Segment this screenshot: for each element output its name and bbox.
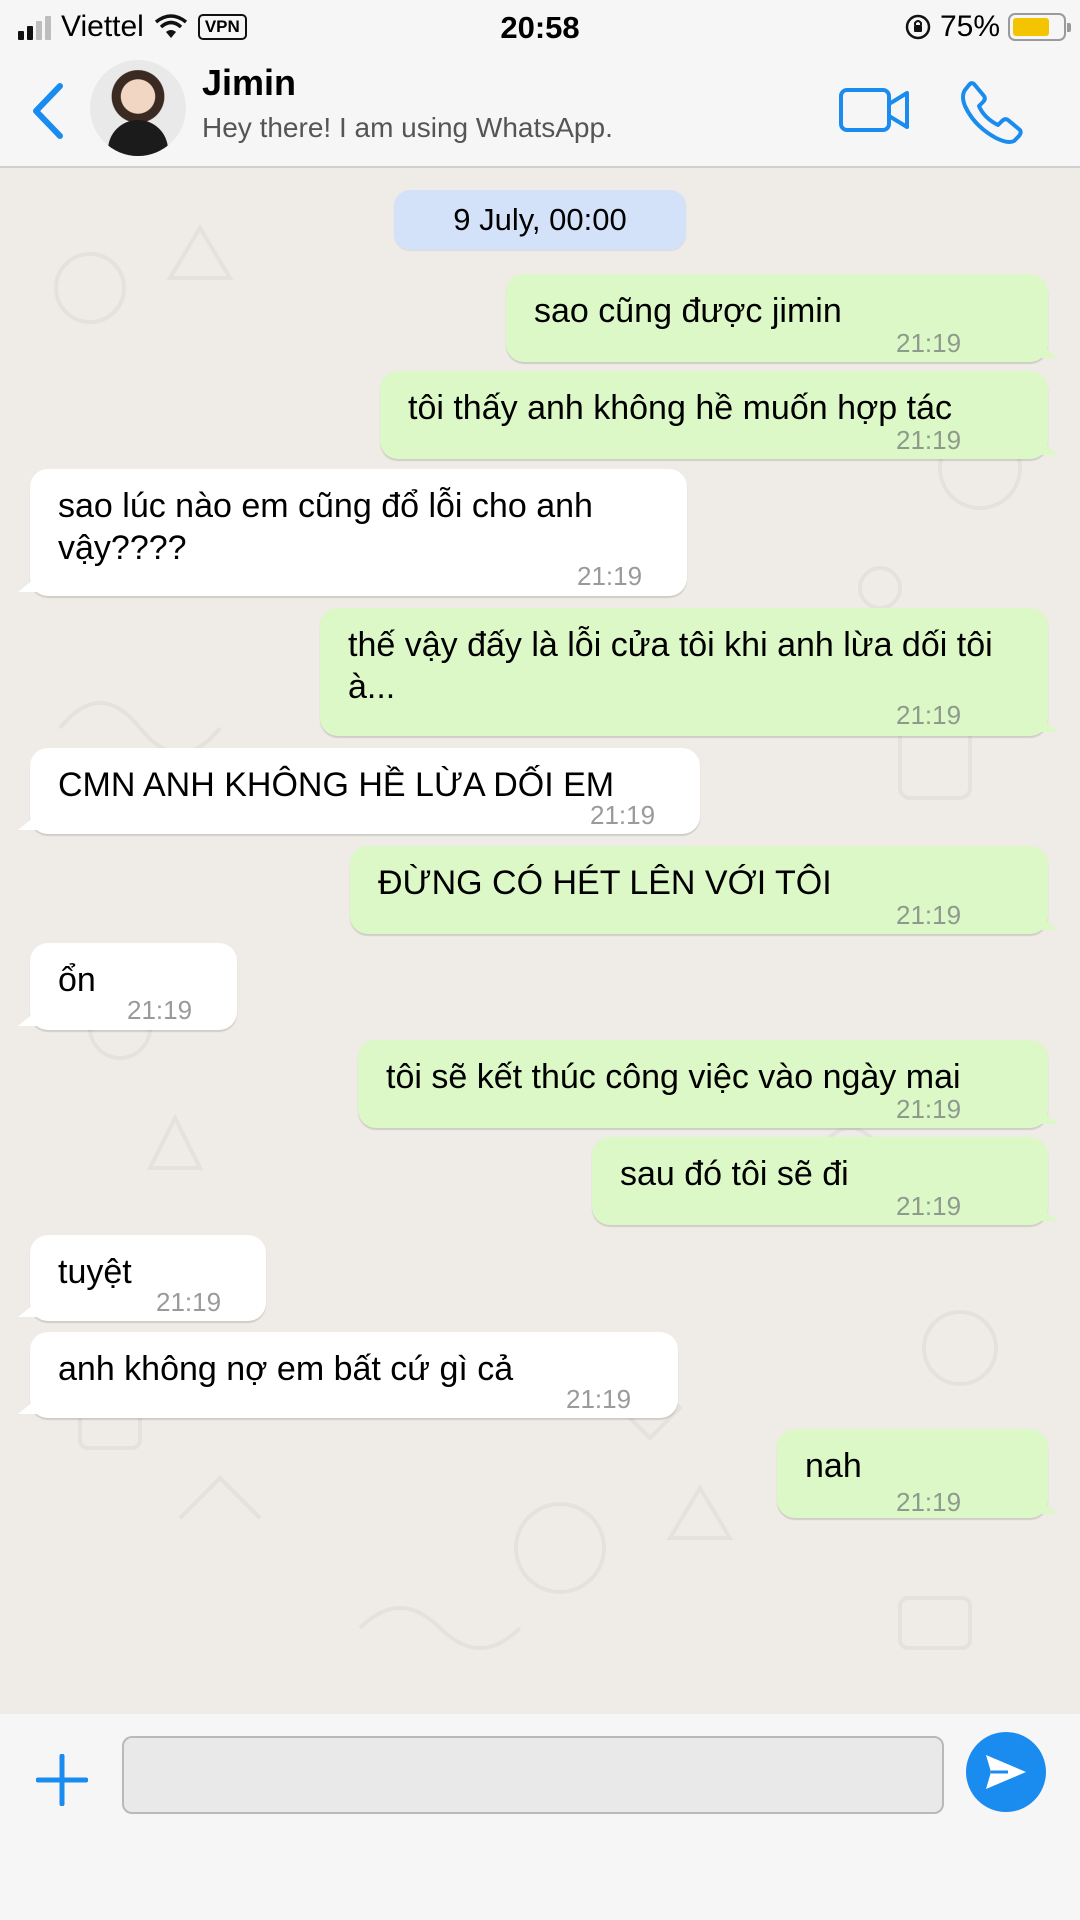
chat-header: Jimin Hey there! I am using WhatsApp. bbox=[0, 54, 1080, 168]
avatar[interactable] bbox=[90, 60, 186, 156]
message-text: sau đó tôi sẽ đi bbox=[620, 1155, 849, 1193]
message-text: sao cũng được jimin bbox=[534, 292, 842, 330]
status-bar: Viettel VPN 20:58 75% bbox=[0, 0, 1080, 54]
battery-icon bbox=[1008, 13, 1071, 41]
message-time: 21:19 bbox=[896, 328, 962, 358]
contact-name[interactable]: Jimin bbox=[202, 62, 296, 104]
chevron-left-icon[interactable] bbox=[30, 82, 66, 140]
message-text: tôi thấy anh không hề muốn hợp tác bbox=[408, 389, 952, 427]
message-time: 21:19 bbox=[590, 800, 656, 830]
send-icon bbox=[986, 1755, 1026, 1789]
message-text: CMN ANH KHÔNG HỀ LỪA DỐI EM bbox=[58, 766, 615, 804]
incoming-message[interactable]: ổn 21:19 bbox=[30, 943, 237, 1030]
incoming-message[interactable]: tuyệt 21:19 bbox=[30, 1235, 266, 1321]
message-time: 21:19 bbox=[577, 561, 643, 591]
plus-icon[interactable] bbox=[36, 1754, 88, 1806]
outgoing-message[interactable]: nah 21:19 bbox=[777, 1429, 1048, 1518]
outgoing-message[interactable]: sau đó tôi sẽ đi 21:19 bbox=[592, 1137, 1048, 1225]
message-text: thế vậy đấy là lỗi cửa tôi khi anh lừa d… bbox=[348, 626, 993, 706]
outgoing-message[interactable]: sao cũng được jimin 21:19 bbox=[506, 274, 1048, 362]
message-time: 21:19 bbox=[896, 1487, 962, 1517]
message-time: 21:19 bbox=[896, 1191, 962, 1221]
message-time: 21:19 bbox=[896, 700, 962, 730]
message-time: 21:19 bbox=[156, 1287, 222, 1317]
message-time: 21:19 bbox=[896, 900, 962, 930]
message-time: 21:19 bbox=[896, 425, 962, 455]
video-camera-icon[interactable] bbox=[838, 84, 910, 136]
outgoing-message[interactable]: tôi sẽ kết thúc công việc vào ngày mai 21… bbox=[358, 1040, 1048, 1128]
outgoing-message[interactable]: tôi thấy anh không hề muốn hợp tác 21:19 bbox=[380, 371, 1048, 459]
send-button[interactable] bbox=[966, 1732, 1046, 1812]
phone-icon[interactable] bbox=[960, 80, 1024, 144]
incoming-message[interactable]: anh không nợ em bất cứ gì cả 21:19 bbox=[30, 1332, 678, 1418]
message-text: nah bbox=[805, 1447, 862, 1485]
contact-status[interactable]: Hey there! I am using WhatsApp. bbox=[202, 112, 613, 144]
message-time: 21:19 bbox=[896, 1094, 962, 1124]
battery-percent: 75% bbox=[939, 10, 1000, 43]
incoming-message[interactable]: CMN ANH KHÔNG HỀ LỪA DỐI EM 21:19 bbox=[30, 748, 700, 834]
message-time: 21:19 bbox=[566, 1384, 632, 1414]
chat-area[interactable]: 9 July, 00:00 sao cũng được jimin 21:19 tô… bbox=[0, 168, 1080, 1714]
incoming-message[interactable]: sao lúc nào em cũng đổ lỗi cho anh vậy??… bbox=[30, 469, 687, 596]
message-text: ĐỪNG CÓ HÉT LÊN VỚI TÔI bbox=[378, 864, 832, 902]
message-time: 21:19 bbox=[127, 995, 193, 1025]
input-bar bbox=[0, 1714, 1080, 1920]
message-text: tôi sẽ kết thúc công việc vào ngày mai bbox=[386, 1058, 961, 1096]
orientation-lock-icon bbox=[905, 14, 931, 40]
status-right: 75% bbox=[904, 10, 1071, 44]
outgoing-message[interactable]: thế vậy đấy là lỗi cửa tôi khi anh lừa d… bbox=[320, 608, 1048, 736]
message-input[interactable] bbox=[122, 1736, 944, 1814]
date-separator: 9 July, 00:00 bbox=[394, 190, 686, 250]
outgoing-message[interactable]: ĐỪNG CÓ HÉT LÊN VỚI TÔI 21:19 bbox=[350, 846, 1048, 934]
message-text: sao lúc nào em cũng đổ lỗi cho anh vậy??… bbox=[58, 487, 593, 567]
message-text: anh không nợ em bất cứ gì cả bbox=[58, 1350, 514, 1388]
